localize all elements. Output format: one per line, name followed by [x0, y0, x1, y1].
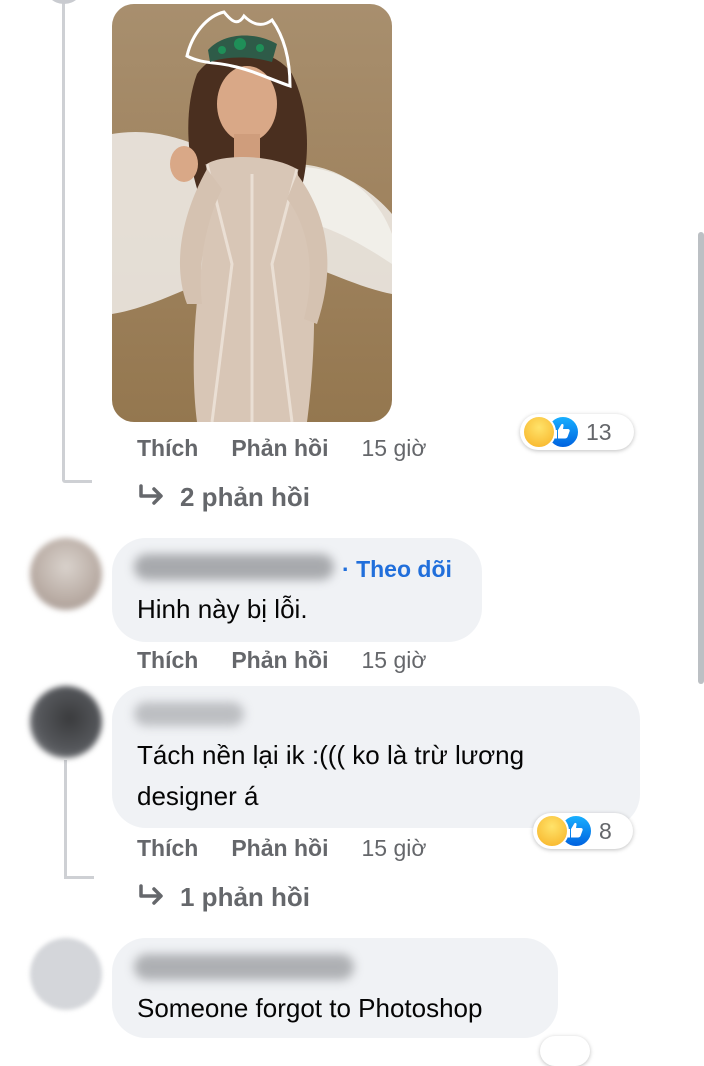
photo-illustration	[112, 10, 392, 422]
reply-button[interactable]: Phản hồi	[231, 435, 328, 462]
comment-text: designer á	[137, 781, 259, 811]
like-button[interactable]: Thích	[137, 835, 198, 862]
commenter-name[interactable]	[134, 554, 334, 580]
avatar[interactable]	[30, 686, 102, 758]
reaction-summary[interactable]	[540, 1036, 590, 1066]
haha-icon	[535, 814, 569, 848]
scrollbar[interactable]	[698, 232, 704, 684]
thread-line	[62, 480, 92, 483]
avatar[interactable]	[30, 938, 102, 1010]
comment-text: Tách nền lại ik :((( ko là trừ lương	[137, 740, 525, 770]
replies-count-label: 2 phản hồi	[180, 482, 310, 512]
reply-arrow-icon	[138, 482, 166, 513]
avatar[interactable]	[44, 0, 84, 4]
comment-actions: Thích Phản hồi 15 giờ	[137, 647, 426, 674]
reply-button[interactable]: Phản hồi	[231, 835, 328, 862]
comment-timestamp[interactable]: 15 giờ	[361, 835, 426, 862]
comment-photo[interactable]	[112, 4, 392, 422]
comment-timestamp[interactable]: 15 giờ	[361, 647, 426, 674]
reaction-count: 13	[586, 418, 612, 445]
avatar[interactable]	[30, 538, 102, 610]
reaction-summary[interactable]: 13	[520, 414, 634, 450]
reply-button[interactable]: Phản hồi	[231, 647, 328, 674]
commenter-name[interactable]	[134, 702, 244, 726]
haha-icon	[522, 415, 556, 449]
follow-label: Theo dõi	[356, 556, 452, 582]
comment-text: Someone forgot to Photoshop	[137, 993, 483, 1023]
reaction-count: 8	[599, 817, 612, 844]
comment-actions: Thích Phản hồi 15 giờ	[137, 435, 426, 462]
like-button[interactable]: Thích	[137, 647, 198, 674]
follow-link[interactable]: · Theo dõi	[342, 556, 452, 583]
comment-timestamp[interactable]: 15 giờ	[361, 435, 426, 462]
like-button[interactable]: Thích	[137, 435, 198, 462]
comment-text: Hinh này bị lỗi.	[137, 594, 308, 624]
view-replies-link[interactable]: 1 phản hồi	[138, 882, 310, 913]
follow-dot: ·	[342, 556, 357, 582]
commenter-name[interactable]	[134, 954, 354, 980]
thread-line	[64, 760, 67, 878]
thread-line	[64, 876, 94, 879]
view-replies-link[interactable]: 2 phản hồi	[138, 482, 310, 513]
thread-line	[62, 0, 65, 480]
reaction-summary[interactable]: 8	[533, 813, 633, 849]
comment-actions: Thích Phản hồi 15 giờ	[137, 835, 426, 862]
reply-arrow-icon	[138, 882, 166, 913]
replies-count-label: 1 phản hồi	[180, 882, 310, 912]
